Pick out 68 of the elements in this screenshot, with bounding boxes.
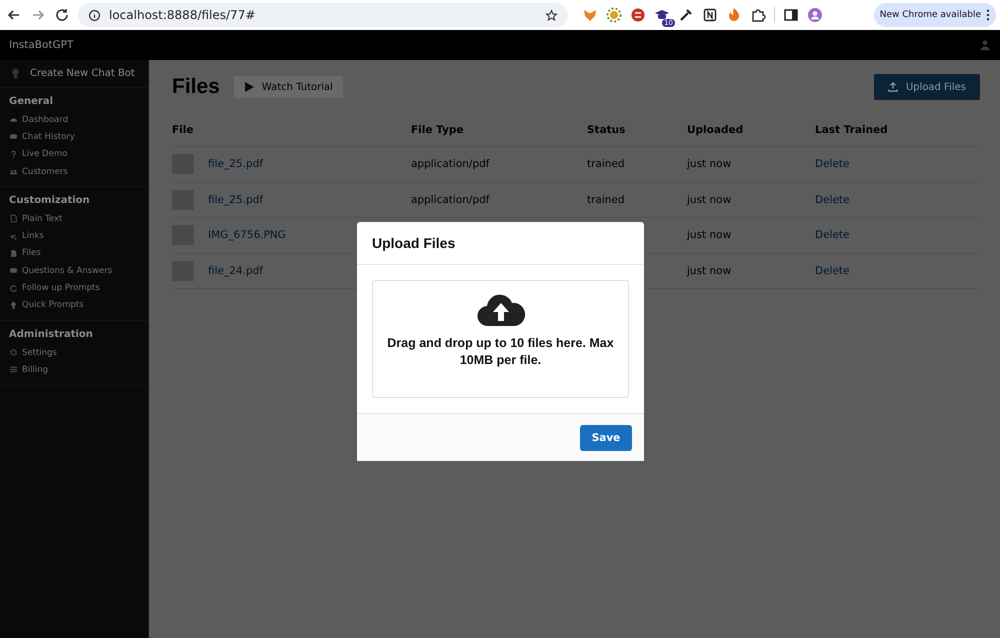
side-panel-icon[interactable] (783, 7, 799, 23)
section-title: Administration (9, 328, 94, 340)
table-cell: just now (687, 194, 732, 206)
reload-icon[interactable] (54, 7, 70, 23)
column-header: File Type (411, 124, 465, 136)
flame-icon[interactable] (726, 7, 742, 23)
table-cell: just now (687, 264, 732, 277)
delete-link[interactable]: Delete (815, 158, 850, 170)
dialog-title: Upload Files (357, 222, 644, 265)
delete-link[interactable]: Delete (815, 194, 850, 206)
column-header: Status (587, 124, 626, 136)
file-link[interactable]: file_25.pdf (208, 194, 263, 206)
brand-name[interactable]: InstaBotGPT (9, 39, 74, 51)
page-title: Files (172, 75, 220, 99)
gear-icon (9, 348, 18, 358)
sidebar-item[interactable]: Questions & Answers (9, 262, 139, 280)
sidebar-item[interactable]: Files (9, 244, 139, 262)
column-header: Uploaded (687, 124, 744, 136)
column-header: Last Trained (815, 124, 889, 136)
table-cell: trained (587, 158, 625, 170)
table-cell: just now (687, 229, 732, 242)
sidebar-item[interactable]: Settings (9, 344, 139, 362)
profile-avatar-icon[interactable] (807, 7, 823, 23)
sun-icon[interactable] (606, 7, 622, 23)
create-bot-button[interactable]: Create New Chat Bot (0, 60, 148, 88)
save-button[interactable]: Save (580, 424, 632, 450)
file-link[interactable]: IMG_6756.PNG (208, 229, 286, 242)
address-bar[interactable]: localhost:8888/files/77# (78, 3, 568, 27)
table-cell: application/pdf (411, 158, 490, 170)
fox-icon[interactable] (582, 7, 598, 23)
sidebar-item[interactable]: Chat History (9, 128, 139, 146)
drop-zone[interactable]: Drag and drop up to 10 files here. Max 10MB per file. (372, 280, 629, 398)
more-icon[interactable] (986, 9, 990, 21)
section-title: General (9, 96, 54, 107)
table-cell: just now (687, 158, 732, 170)
upload-files-button[interactable]: Upload Files (874, 74, 980, 100)
drop-zone-text: Drag and drop up to 10 files here. Max 10MB per file. (386, 335, 615, 369)
question-icon (9, 150, 18, 159)
delete-link[interactable]: Delete (815, 229, 850, 242)
watch-tutorial-button[interactable]: Watch Tutorial (234, 76, 343, 98)
delete-link[interactable]: Delete (815, 264, 850, 277)
bulb-icon (9, 300, 18, 310)
section-title: Customization (9, 195, 91, 206)
table-cell: application/pdf (411, 194, 490, 206)
sidebar-item[interactable]: Follow up Prompts (9, 279, 139, 297)
column-header: File (172, 124, 194, 136)
sidebar-item[interactable]: Dashboard (9, 111, 139, 128)
star-icon[interactable] (545, 8, 558, 22)
doc-icon (9, 214, 18, 224)
sidebar-item[interactable]: Billing (9, 361, 139, 379)
sidebar-item[interactable]: Customers (9, 162, 139, 180)
update-button[interactable]: New Chrome available (874, 3, 996, 27)
info-icon[interactable] (88, 8, 101, 22)
play-icon (244, 82, 254, 92)
file-icon (9, 248, 18, 258)
sidebar-item[interactable]: Links (9, 227, 139, 245)
sidebar-item[interactable]: Quick Prompts (9, 296, 139, 314)
users-icon (9, 167, 18, 176)
file-link[interactable]: file_24.pdf (208, 264, 263, 277)
file-link[interactable]: file_25.pdf (208, 158, 263, 170)
sidebar-item[interactable]: Live Demo (9, 146, 139, 163)
chat-icon (9, 132, 18, 142)
cloud-upload-icon (476, 293, 526, 327)
puzzle-icon[interactable] (750, 7, 766, 23)
sidebar-item[interactable]: Plain Text (9, 210, 139, 228)
table-cell: trained (587, 194, 625, 206)
chat-icon (9, 266, 18, 276)
upload-icon (888, 82, 898, 92)
